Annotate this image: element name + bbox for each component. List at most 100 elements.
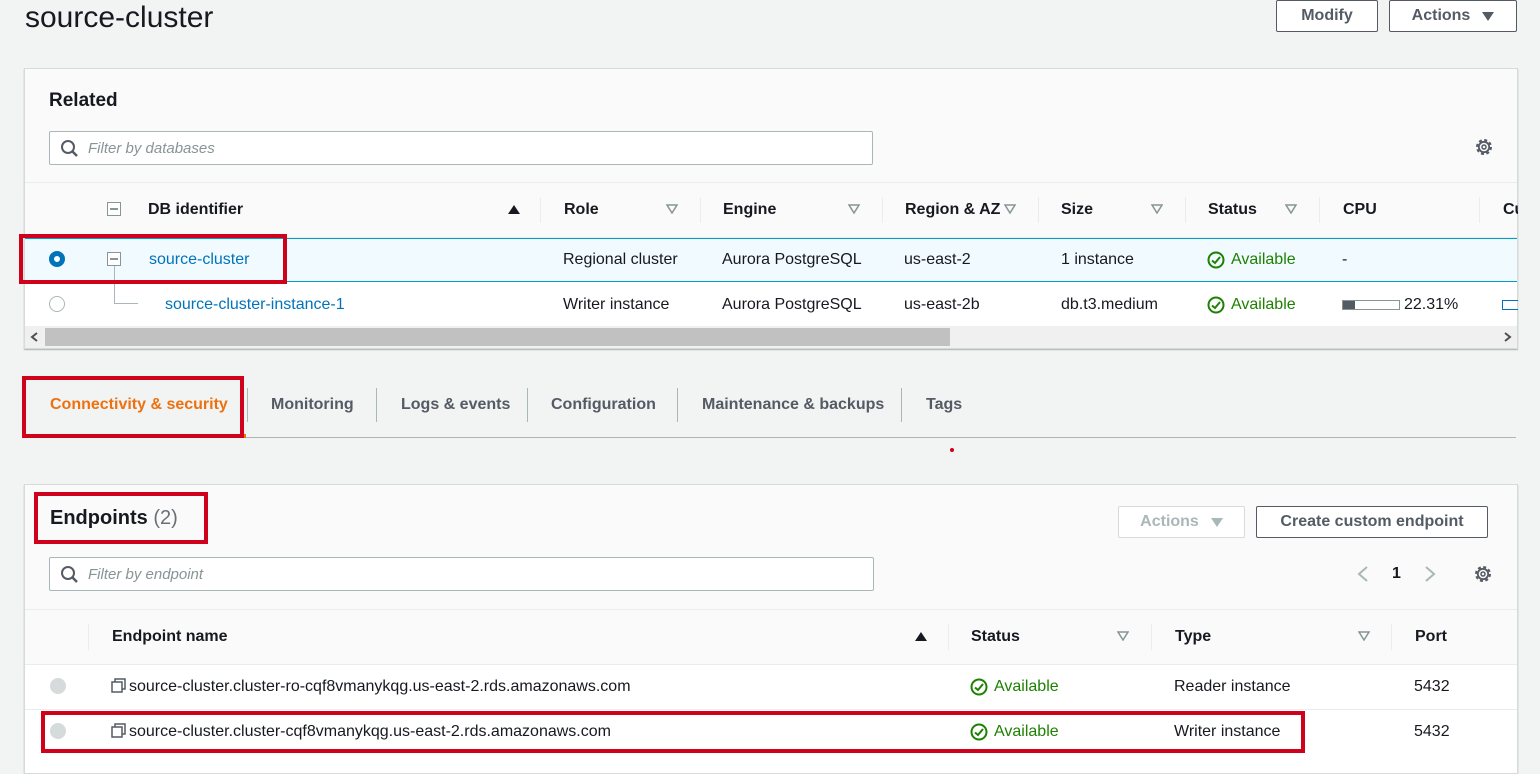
column-divider xyxy=(88,624,89,650)
scrollbar-thumb[interactable] xyxy=(45,328,950,346)
col-truncated[interactable]: Cu xyxy=(1503,200,1518,220)
search-icon xyxy=(61,566,78,583)
column-divider xyxy=(540,197,541,223)
status-cell: Available xyxy=(1207,250,1296,270)
sort-icon[interactable] xyxy=(1285,204,1297,214)
previous-page-icon[interactable] xyxy=(1356,565,1370,583)
column-divider xyxy=(1038,197,1039,223)
cpu-progress-fill xyxy=(1343,301,1356,309)
col-region-az[interactable]: Region & AZ xyxy=(905,200,1000,220)
endpoints-actions-button[interactable]: Actions xyxy=(1118,506,1245,538)
status-cell: Available xyxy=(970,677,1059,697)
col-size[interactable]: Size xyxy=(1061,200,1093,220)
port-cell: 5432 xyxy=(1414,723,1450,740)
cpu-progress-bar xyxy=(1342,300,1400,310)
column-divider xyxy=(1185,197,1186,223)
create-custom-endpoint-button[interactable]: Create custom endpoint xyxy=(1256,506,1488,538)
settings-gear-icon[interactable] xyxy=(1473,564,1493,584)
col-status[interactable]: Status xyxy=(1208,200,1257,220)
red-dot xyxy=(950,448,954,452)
col-cpu[interactable]: CPU xyxy=(1343,200,1377,220)
col-type[interactable]: Type xyxy=(1175,627,1211,647)
endpoint-filter-placeholder: Filter by endpoint xyxy=(88,565,204,583)
column-divider xyxy=(948,624,949,650)
cpu-cell: - xyxy=(1342,251,1348,268)
col-status[interactable]: Status xyxy=(971,627,1020,647)
related-panel: Related Filter by databases DB identifie… xyxy=(24,68,1518,349)
tab-divider xyxy=(527,388,528,422)
size-cell: 1 instance xyxy=(1061,251,1134,268)
row-radio[interactable] xyxy=(50,678,66,694)
copy-icon[interactable] xyxy=(111,678,127,694)
port-cell: 5432 xyxy=(1414,678,1450,695)
role-cell: Writer instance xyxy=(563,296,670,313)
col-role[interactable]: Role xyxy=(564,200,599,220)
region-cell: us-east-2b xyxy=(904,296,980,313)
sort-ascending-icon[interactable] xyxy=(915,632,927,641)
engine-cell: Aurora PostgreSQL xyxy=(722,296,862,313)
column-divider xyxy=(1391,624,1392,650)
endpoint-filter-input[interactable]: Filter by endpoint xyxy=(49,557,874,591)
sort-icon[interactable] xyxy=(1117,631,1129,641)
page-number[interactable]: 1 xyxy=(1392,565,1401,583)
tab-configuration[interactable]: Configuration xyxy=(551,396,656,414)
caret-down-icon xyxy=(1482,11,1495,21)
sort-icon[interactable] xyxy=(666,204,678,214)
database-filter-input[interactable]: Filter by databases xyxy=(49,131,873,165)
sort-icon[interactable] xyxy=(1151,204,1163,214)
endpoints-table-header xyxy=(25,609,1517,665)
settings-gear-icon[interactable] xyxy=(1474,137,1494,157)
tab-divider xyxy=(901,388,902,422)
type-cell: Reader instance xyxy=(1174,678,1291,695)
column-divider xyxy=(1151,624,1152,650)
page-title: source-cluster xyxy=(25,1,214,34)
caret-down-icon xyxy=(1210,517,1223,527)
sort-icon[interactable] xyxy=(1358,631,1370,641)
search-icon xyxy=(61,140,78,157)
endpoints-actions-label: Actions xyxy=(1140,513,1199,530)
sort-icon[interactable] xyxy=(1004,204,1016,214)
row-radio[interactable] xyxy=(49,296,65,312)
check-circle-icon xyxy=(1207,296,1225,314)
engine-cell: Aurora PostgreSQL xyxy=(722,251,862,268)
modify-button[interactable]: Modify xyxy=(1276,0,1378,32)
status-text: Available xyxy=(994,678,1059,695)
actions-label: Actions xyxy=(1411,7,1471,24)
col-port[interactable]: Port xyxy=(1415,627,1447,647)
tab-divider xyxy=(247,388,248,422)
create-endpoint-label: Create custom endpoint xyxy=(1280,513,1464,530)
col-db-identifier[interactable]: DB identifier xyxy=(148,200,243,220)
column-divider xyxy=(882,197,883,223)
highlight-box xyxy=(34,492,208,544)
scroll-right-icon[interactable] xyxy=(1502,332,1512,342)
check-circle-icon xyxy=(970,678,988,696)
tab-monitoring[interactable]: Monitoring xyxy=(271,396,354,414)
tab-maintenance-backups[interactable]: Maintenance & backups xyxy=(702,396,884,414)
truncated-bar xyxy=(1502,300,1518,310)
horizontal-scrollbar[interactable] xyxy=(25,326,1517,348)
scroll-left-icon[interactable] xyxy=(30,332,40,342)
tab-logs-events[interactable]: Logs & events xyxy=(401,396,510,414)
check-circle-icon xyxy=(1207,251,1225,269)
tabs-baseline xyxy=(24,437,1516,438)
modify-label: Modify xyxy=(1301,7,1353,24)
highlight-box xyxy=(41,711,1305,753)
highlight-box xyxy=(19,234,287,284)
role-cell: Regional cluster xyxy=(563,251,678,268)
related-header xyxy=(25,69,1517,182)
col-endpoint-name[interactable]: Endpoint name xyxy=(112,627,228,647)
cpu-value: 22.31% xyxy=(1404,296,1459,313)
next-page-icon[interactable] xyxy=(1423,565,1437,583)
sort-icon[interactable] xyxy=(848,204,860,214)
col-engine[interactable]: Engine xyxy=(723,200,776,220)
actions-button[interactable]: Actions xyxy=(1389,0,1517,32)
size-cell: db.t3.medium xyxy=(1061,296,1158,313)
db-identifier-link[interactable]: source-cluster-instance-1 xyxy=(165,295,345,315)
column-divider xyxy=(1479,197,1480,223)
column-divider xyxy=(700,197,701,223)
sort-ascending-icon[interactable] xyxy=(508,205,520,214)
collapse-all-icon[interactable] xyxy=(107,202,121,216)
tab-tags[interactable]: Tags xyxy=(926,396,962,414)
endpoint-name: source-cluster.cluster-ro-cqf8vmanykqg.u… xyxy=(129,678,631,695)
status-cell: Available xyxy=(1207,295,1296,315)
